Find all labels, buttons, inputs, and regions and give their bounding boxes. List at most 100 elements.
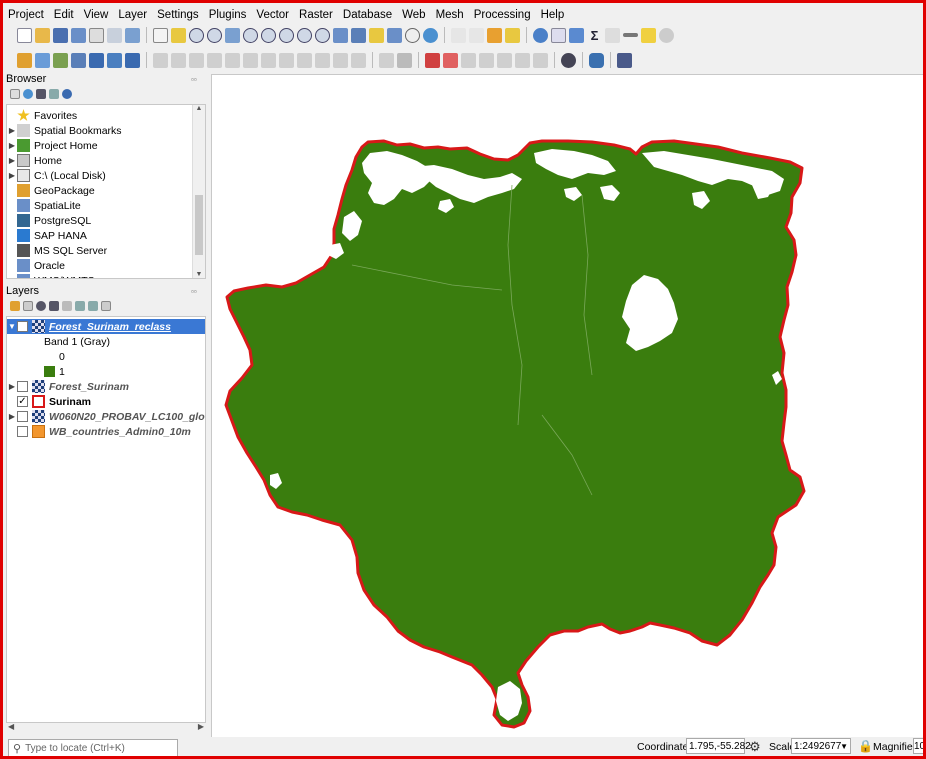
attribute-table-icon[interactable] xyxy=(551,27,566,43)
browser-scrollbar[interactable]: ▲ ▼ xyxy=(192,105,205,278)
filter-browser-icon[interactable] xyxy=(36,89,46,99)
label-pin-icon[interactable] xyxy=(397,52,412,68)
browser-item-oracle[interactable]: Oracle xyxy=(7,258,65,273)
browser-item-bookmark[interactable]: ▶ Spatial Bookmarks xyxy=(7,123,122,138)
pan-to-selection-icon[interactable] xyxy=(171,27,186,43)
browser-item-geopackage[interactable]: GeoPackage xyxy=(7,183,95,198)
annotation-icon[interactable] xyxy=(505,27,520,43)
coordinate-capture-icon[interactable] xyxy=(561,52,576,68)
lock-icon[interactable]: 🔒 xyxy=(858,739,873,753)
collapse-all-icon[interactable] xyxy=(49,89,59,99)
new-3d-view-icon[interactable] xyxy=(351,27,366,43)
new-virtual-layer-icon[interactable] xyxy=(89,52,104,68)
zoom-in-icon[interactable] xyxy=(189,27,204,43)
cut-features-icon[interactable] xyxy=(279,52,294,68)
dock-float-icon[interactable]: ▫▫ xyxy=(191,75,197,84)
menu-mesh[interactable]: Mesh xyxy=(436,9,464,21)
layer-row[interactable]: WB_countries_Admin0_10m xyxy=(7,424,205,439)
delete-selected-icon[interactable] xyxy=(261,52,276,68)
magnifier-field[interactable]: 10 xyxy=(913,738,923,754)
redo-icon[interactable] xyxy=(351,52,366,68)
layer-row[interactable]: ✓ Surinam xyxy=(7,394,205,409)
deselect-icon[interactable] xyxy=(487,27,502,43)
scroll-up-icon[interactable]: ▲ xyxy=(193,105,205,112)
print-layout-icon[interactable] xyxy=(89,27,104,43)
measure-line-icon[interactable] xyxy=(623,33,638,37)
new-project-icon[interactable] xyxy=(17,27,32,43)
expand-arrow-icon[interactable]: ▶ xyxy=(7,412,17,421)
browser-item-wms[interactable]: WMS/WMTS xyxy=(7,273,95,278)
new-geopackage-layer-icon[interactable] xyxy=(35,52,50,68)
save-edits-icon[interactable] xyxy=(189,52,204,68)
expand-arrow-icon[interactable]: ▶ xyxy=(7,382,17,391)
expand-arrow-icon[interactable]: ▶ xyxy=(7,141,17,150)
scale-combobox[interactable]: 1:2492677 ▼ xyxy=(791,738,851,754)
browser-item-spatialite[interactable]: SpatiaLite xyxy=(7,198,81,213)
refresh-icon[interactable] xyxy=(423,27,438,43)
toggle-editing-icon[interactable] xyxy=(171,52,186,68)
expand-arrow-icon[interactable]: ▼ xyxy=(7,322,17,331)
layer-row[interactable]: ▼ ✓ Forest_Surinam_reclass xyxy=(7,319,205,334)
modify-attributes-icon[interactable] xyxy=(243,52,258,68)
dock-float-icon[interactable]: ▫▫ xyxy=(191,287,197,296)
collapse-all-layers-icon[interactable] xyxy=(88,301,98,311)
rotate-label-icon[interactable] xyxy=(479,52,494,68)
layer-row[interactable]: ▶ Forest_Surinam xyxy=(7,379,205,394)
zoom-full-icon[interactable] xyxy=(225,27,240,43)
change-label-icon[interactable] xyxy=(497,52,512,68)
identify-icon[interactable] xyxy=(533,27,548,43)
new-map-view-icon[interactable] xyxy=(333,27,348,43)
browser-item-folder[interactable]: ▶ C:\ (Local Disk) xyxy=(7,168,106,183)
label-tool-icon[interactable] xyxy=(379,52,394,68)
coordinate-mouse-icon[interactable]: ⚙ xyxy=(749,739,761,755)
bookmark-new-icon[interactable] xyxy=(369,27,384,43)
layer-row[interactable]: ▶ W060N20_PROBAV_LC100_glo xyxy=(7,409,205,424)
show-bookmarks-icon[interactable] xyxy=(387,27,402,43)
surinam-polygon[interactable] xyxy=(224,139,806,729)
move-label-icon[interactable] xyxy=(461,52,476,68)
save-as-icon[interactable] xyxy=(71,27,86,43)
layer-visibility-checkbox[interactable] xyxy=(17,411,28,422)
menu-vector[interactable]: Vector xyxy=(256,9,289,21)
filter-expression-icon[interactable] xyxy=(62,301,72,311)
map-canvas[interactable] xyxy=(211,74,923,737)
scroll-thumb[interactable] xyxy=(195,195,203,255)
new-mesh-layer-icon[interactable] xyxy=(125,52,140,68)
select-value-icon[interactable] xyxy=(469,27,484,43)
legend-band-label[interactable]: Band 1 (Gray) xyxy=(7,334,205,349)
statistics-sigma-icon[interactable]: Σ xyxy=(587,28,602,43)
current-edits-icon[interactable] xyxy=(153,52,168,68)
legend-class-item[interactable]: 1 xyxy=(7,364,205,379)
style-manager-icon[interactable] xyxy=(125,27,140,43)
layer-visibility-checkbox[interactable] xyxy=(17,381,28,392)
digitize-icon[interactable] xyxy=(207,52,222,68)
python-console-icon[interactable] xyxy=(589,52,604,68)
layout-manager-icon[interactable] xyxy=(107,27,122,43)
browser-item-star[interactable]: Favorites xyxy=(7,108,77,123)
new-spatialite-layer-icon[interactable] xyxy=(71,52,86,68)
browser-item-project-home[interactable]: ▶ Project Home xyxy=(7,138,98,153)
layer-visibility-checkbox[interactable]: ✓ xyxy=(17,396,28,407)
zoom-selection-icon[interactable] xyxy=(243,27,258,43)
filter-legend-icon[interactable] xyxy=(49,301,59,311)
browser-item-postgresql[interactable]: PostgreSQL xyxy=(7,213,91,228)
pan-icon[interactable] xyxy=(153,27,168,43)
new-temp-layer-icon[interactable] xyxy=(107,52,122,68)
map-tips-icon[interactable] xyxy=(641,27,656,43)
info-icon[interactable] xyxy=(62,89,72,99)
data-source-manager-icon[interactable] xyxy=(17,52,32,68)
menu-project[interactable]: Project xyxy=(8,9,44,21)
scroll-down-icon[interactable]: ▼ xyxy=(193,271,205,278)
browser-item-home[interactable]: ▶ Home xyxy=(7,153,62,168)
menu-edit[interactable]: Edit xyxy=(54,9,74,21)
toolbox-icon[interactable] xyxy=(569,27,584,43)
paste-features-icon[interactable] xyxy=(315,52,330,68)
manage-visibility-icon[interactable] xyxy=(36,301,46,311)
open-project-icon[interactable] xyxy=(35,27,50,43)
expand-arrow-icon[interactable]: ▶ xyxy=(7,126,17,135)
text-annotation-icon[interactable] xyxy=(659,27,674,43)
browser-item-mssql[interactable]: MS SQL Server xyxy=(7,243,107,258)
menu-settings[interactable]: Settings xyxy=(157,9,199,21)
legend-class-item[interactable]: 0 xyxy=(7,349,205,364)
abc-label-icon[interactable] xyxy=(443,52,458,68)
